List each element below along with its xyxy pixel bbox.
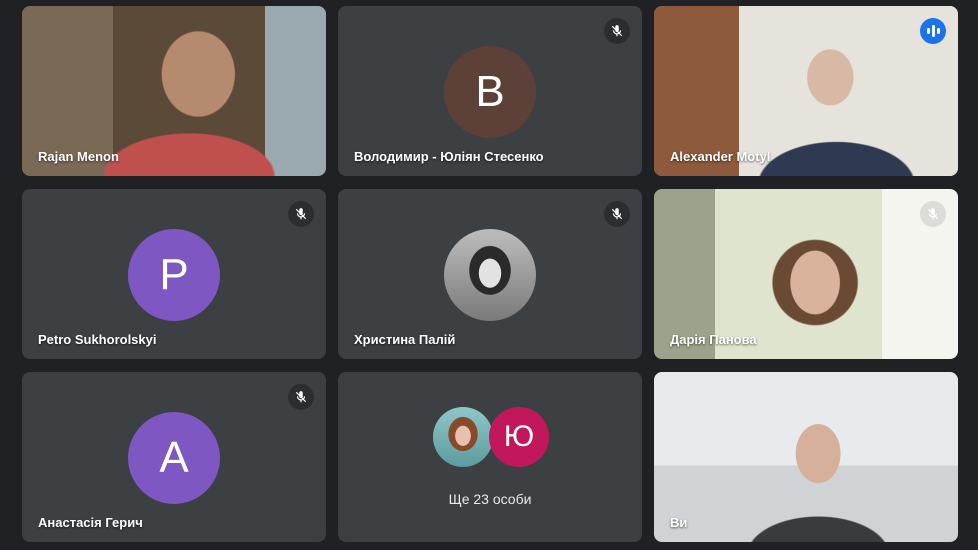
participant-name: Анастасія Герич — [38, 515, 143, 530]
participant-tile-volodymyr[interactable]: B Володимир - Юліян Стесенко — [338, 6, 642, 176]
participant-tile-khrystyna-paliy[interactable]: Христина Палій — [338, 189, 642, 359]
avatar-photo — [444, 229, 536, 321]
participant-tile-rajan-menon[interactable]: Rajan Menon — [22, 6, 326, 176]
avatar-photo — [433, 407, 493, 467]
mic-off-icon — [288, 201, 314, 227]
avatar: B — [444, 46, 536, 138]
speaking-indicator-icon — [920, 18, 946, 44]
avatar: P — [128, 229, 220, 321]
avatar-initial: P — [159, 250, 189, 299]
avatar: A — [128, 412, 220, 504]
participant-tile-anastasia-herych[interactable]: A Анастасія Герич — [22, 372, 326, 542]
mic-off-icon — [604, 18, 630, 44]
participant-video — [654, 372, 958, 542]
avatar: Ю — [489, 407, 549, 467]
mic-off-icon — [288, 384, 314, 410]
more-participants-tile[interactable]: Ю Ще 23 особи — [338, 372, 642, 542]
participant-tile-daria-panova[interactable]: Дарія Панова — [654, 189, 958, 359]
participant-name: Rajan Menon — [38, 149, 119, 164]
participant-name: Petro Sukhorolskyi — [38, 332, 157, 347]
avatar-initial: A — [159, 433, 189, 482]
participant-name: Володимир - Юліян Стесенко — [354, 149, 544, 164]
participant-name: Христина Палій — [354, 332, 456, 347]
participant-name: Alexander Motyl — [670, 149, 771, 164]
participant-tile-petro-sukhorolskyi[interactable]: P Petro Sukhorolskyi — [22, 189, 326, 359]
participant-name: Ви — [670, 515, 688, 530]
avatar-initial: B — [475, 67, 505, 116]
mic-off-icon — [604, 201, 630, 227]
participant-tile-alexander-motyl[interactable]: Alexander Motyl — [654, 6, 958, 176]
participant-name: Дарія Панова — [670, 332, 757, 347]
more-participants-label: Ще 23 особи — [448, 491, 532, 507]
participant-tile-self[interactable]: Ви — [654, 372, 958, 542]
mic-off-icon — [920, 201, 946, 227]
avatar-initial: Ю — [503, 420, 535, 453]
